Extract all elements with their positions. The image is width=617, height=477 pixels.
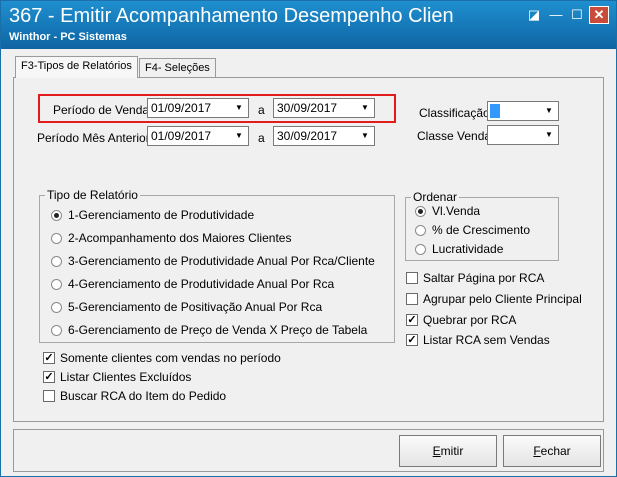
check-label: Buscar RCA do Item do Pedido	[60, 389, 227, 403]
option-label: 3-Gerenciamento de Produtividade Anual P…	[68, 254, 375, 268]
maximize-icon[interactable]: ☐	[568, 7, 586, 23]
checkbox-icon[interactable]	[406, 272, 418, 284]
option-label: % de Crescimento	[432, 223, 531, 237]
periodo-mes-anterior-to-value: 30/09/2017	[277, 129, 338, 143]
chevron-down-icon[interactable]: ▼	[358, 129, 372, 143]
minimize-icon[interactable]: —	[547, 7, 565, 23]
chevron-down-icon[interactable]: ▼	[232, 129, 246, 143]
check-label: Agrupar pelo Cliente Principal	[423, 292, 582, 306]
radio-icon[interactable]	[51, 325, 62, 336]
fechar-hotkey: F	[533, 444, 541, 458]
emitir-label: mitir	[440, 444, 464, 458]
app-window: 367 - Emitir Acompanhamento Desempenho C…	[0, 0, 617, 477]
check-label: Listar RCA sem Vendas	[423, 333, 550, 347]
emitir-button[interactable]: Emitir	[399, 435, 497, 467]
chevron-down-icon[interactable]: ▼	[232, 101, 246, 115]
window-title: 367 - Emitir Acompanhamento Desempenho C…	[9, 5, 454, 27]
radio-icon[interactable]	[415, 225, 426, 236]
window-subtitle: Winthor - PC Sistemas	[9, 31, 127, 43]
tab-tipos-relatorios[interactable]: F3-Tipos de Relatórios	[15, 56, 138, 78]
radio-icon[interactable]	[51, 279, 62, 290]
chevron-down-icon[interactable]: ▼	[358, 101, 372, 115]
fechar-button[interactable]: Fechar	[503, 435, 601, 467]
ordenar-title: Ordenar	[411, 190, 460, 204]
radio-icon[interactable]	[415, 244, 426, 255]
periodo-mes-anterior-label: Período Mês Anterior:	[37, 131, 154, 145]
tipo-relatorio-title: Tipo de Relatório	[45, 188, 140, 202]
chevron-down-icon[interactable]: ▼	[542, 104, 556, 118]
classificacao-select[interactable]: ▼	[487, 101, 559, 121]
title-bar: 367 - Emitir Acompanhamento Desempenho C…	[1, 1, 616, 49]
periodo-venda-label: Período de Venda:	[53, 103, 153, 117]
check-label: Quebrar por RCA	[423, 313, 517, 327]
help-icon[interactable]: ◪	[525, 7, 543, 23]
checkbox-checked-icon[interactable]: ✓	[406, 314, 418, 326]
checkbox-icon[interactable]	[43, 390, 55, 402]
checkbox-checked-icon[interactable]: ✓	[43, 352, 55, 364]
radio-selected-icon[interactable]	[415, 206, 426, 217]
checkbox-checked-icon[interactable]: ✓	[406, 334, 418, 346]
tab-selecoes[interactable]: F4- Seleções	[139, 58, 216, 78]
option-label: 6-Gerenciamento de Preço de Venda X Preç…	[68, 323, 368, 337]
radio-icon[interactable]	[51, 233, 62, 244]
periodo-venda-from-value: 01/09/2017	[151, 101, 212, 115]
fechar-label: echar	[540, 444, 571, 458]
periodo-venda-sep: a	[258, 103, 265, 117]
radio-selected-icon[interactable]	[51, 210, 62, 221]
classe-venda-label: Classe Venda:	[417, 129, 495, 143]
periodo-venda-to-value: 30/09/2017	[277, 101, 338, 115]
emitir-hotkey: E	[432, 444, 441, 458]
option-label: 5-Gerenciamento de Positivação Anual Por…	[68, 300, 323, 314]
check-label: Somente clientes com vendas no período	[60, 351, 281, 365]
option-label: Vl.Venda	[432, 204, 481, 218]
chevron-down-icon[interactable]: ▼	[542, 128, 556, 142]
classificacao-label: Classificação:	[419, 106, 494, 120]
option-label: Lucratividade	[432, 242, 504, 256]
check-label: Listar Clientes Excluídos	[60, 370, 192, 384]
check-label: Saltar Página por RCA	[423, 271, 545, 285]
classe-venda-select[interactable]: ▼	[487, 125, 559, 145]
close-icon[interactable]: ✕	[589, 6, 609, 24]
option-label: 1-Gerenciamento de Produtividade	[68, 208, 255, 222]
periodo-venda-to-field[interactable]: 30/09/2017 ▼	[273, 98, 375, 118]
radio-icon[interactable]	[51, 302, 62, 313]
option-label: 2-Acompanhamento dos Maiores Clientes	[68, 231, 292, 245]
periodo-mes-anterior-to-field[interactable]: 30/09/2017 ▼	[273, 126, 375, 146]
radio-icon[interactable]	[51, 256, 62, 267]
checkbox-icon[interactable]	[406, 293, 418, 305]
periodo-venda-from-field[interactable]: 01/09/2017 ▼	[147, 98, 249, 118]
periodo-mes-anterior-from-value: 01/09/2017	[151, 129, 212, 143]
checkbox-checked-icon[interactable]: ✓	[43, 371, 55, 383]
periodo-mes-anterior-from-field[interactable]: 01/09/2017 ▼	[147, 126, 249, 146]
selection-highlight	[490, 104, 500, 118]
periodo-mes-anterior-sep: a	[258, 131, 265, 145]
option-label: 4-Gerenciamento de Produtividade Anual P…	[68, 277, 335, 291]
